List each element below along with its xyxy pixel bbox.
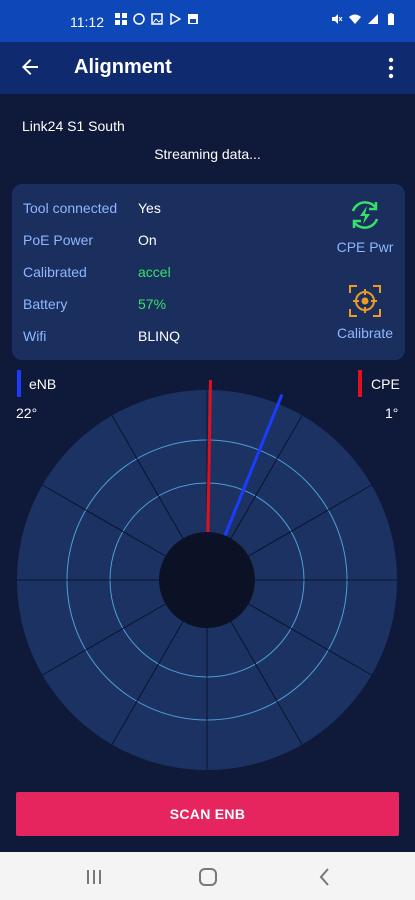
image-icon xyxy=(151,13,163,25)
alignment-radar xyxy=(17,380,397,770)
tool-connected-value: Yes xyxy=(138,200,161,216)
battery-label: Battery xyxy=(23,296,68,312)
battery-icon xyxy=(388,13,394,25)
calibrated-value: accel xyxy=(138,264,171,280)
status-time: 11:12 xyxy=(70,14,104,30)
signal-icon xyxy=(368,14,378,24)
notification-icons xyxy=(115,13,199,25)
app-bar: Alignment xyxy=(0,42,415,94)
calibrate-button[interactable]: Calibrate xyxy=(328,282,402,341)
target-icon xyxy=(349,285,381,317)
link-name: Link24 S1 South xyxy=(22,118,125,134)
stream-status: Streaming data... xyxy=(154,146,261,162)
home-icon[interactable] xyxy=(196,866,220,888)
back-arrow-icon[interactable] xyxy=(18,55,42,79)
whatsapp-icon xyxy=(133,13,145,25)
system-icons xyxy=(331,13,397,25)
cpe-pwr-label: CPE Pwr xyxy=(336,239,394,255)
device-status-panel: Tool connected Yes PoE Power On Calibrat… xyxy=(12,184,405,360)
system-nav-bar xyxy=(0,852,415,900)
wifi-icon xyxy=(349,14,361,24)
poe-power-label: PoE Power xyxy=(23,232,94,248)
wifi-label: Wifi xyxy=(23,328,47,344)
tool-connected-label: Tool connected xyxy=(23,200,118,216)
radar-center xyxy=(159,532,255,628)
status-bar: 11:12 xyxy=(0,0,415,42)
recent-apps-icon[interactable] xyxy=(82,866,106,888)
wifi-value: BLINQ xyxy=(138,328,181,344)
back-nav-icon[interactable] xyxy=(313,866,337,888)
page-title: Alignment xyxy=(74,56,172,78)
more-vert-icon[interactable] xyxy=(381,55,401,81)
mute-icon xyxy=(332,14,343,24)
scan-enb-button[interactable]: SCAN ENB xyxy=(16,792,399,836)
power-cycle-icon xyxy=(351,201,379,229)
calibrated-label: Calibrated xyxy=(23,264,87,280)
save-icon xyxy=(188,14,198,24)
poe-power-value: On xyxy=(138,232,157,248)
grid-icon xyxy=(115,13,127,25)
play-store-icon xyxy=(170,13,181,25)
cpe-pwr-button[interactable]: CPE Pwr xyxy=(328,196,402,255)
battery-value: 57% xyxy=(138,296,167,312)
calibrate-label: Calibrate xyxy=(336,325,394,341)
